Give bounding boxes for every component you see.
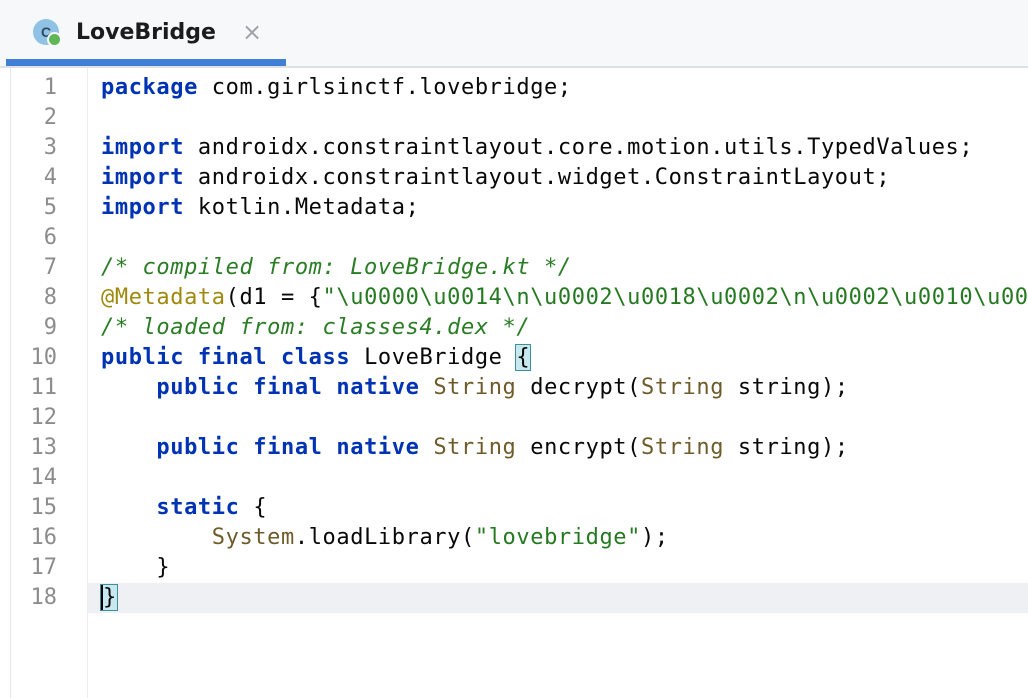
line-number: 6 [43,225,57,250]
tab-lovebridge[interactable]: C LoveBridge × [6,0,286,66]
code-line[interactable]: import androidx.constraintlayout.core.mo… [101,133,1028,163]
code-token: public final native [156,435,420,460]
code-line[interactable]: import androidx.constraintlayout.widget.… [101,163,1028,193]
line-number: 18 [30,585,58,610]
code-token: public final class [101,345,351,370]
code-token: .loadLibrary( [294,525,475,550]
code-token: @Metadata [101,285,226,310]
code-line[interactable] [101,403,1028,433]
active-tab-indicator [6,59,286,66]
line-number: 10 [30,345,58,370]
code-token: com.girlsinctf.lovebridge; [197,75,572,100]
code-line[interactable]: public final class LoveBridge { [101,343,1028,373]
code-token: String [433,375,517,400]
code-token: import [101,195,185,220]
close-icon[interactable]: × [238,18,266,46]
line-number: 15 [30,495,58,520]
line-number: 1 [43,75,57,100]
line-number: 9 [43,315,57,340]
code-line[interactable]: /* loaded from: classes4.dex */ [101,313,1028,343]
ide-window: C LoveBridge × 1 2 3 4 5 6 7 8 9 10 11 12 13 14 15 16 17… [0,0,1028,698]
code-token: public final native [156,375,420,400]
class-status-dot [47,32,62,47]
line-number: 13 [30,435,58,460]
code-token: /* loaded from: classes4.dex */ [101,315,531,340]
code-line[interactable]: } [100,583,1028,613]
code-token: { [239,495,268,520]
code-token: import [101,135,185,160]
line-number: 8 [43,285,57,310]
code-token: string); [724,375,849,400]
code-token: "lovebridge" [474,525,641,550]
code-lines[interactable]: package com.girlsinctf.lovebridge; import… [100,73,1028,613]
code-token: { [515,344,532,371]
code-token: "\u0000\u0014\n\u0002\u0018\u0002\n\u000… [322,285,1028,310]
code-line[interactable]: package com.girlsinctf.lovebridge; [101,73,1028,103]
code-token: /* compiled from: LoveBridge.kt */ [101,255,572,280]
code-token: decrypt( [516,375,641,400]
code-token: androidx.constraintlayout.widget.Constra… [184,165,891,190]
code-token: String [433,435,517,460]
code-line[interactable]: import kotlin.Metadata; [101,193,1028,223]
code-token: System [211,525,295,550]
line-number: 4 [43,165,57,190]
code-line[interactable]: /* compiled from: LoveBridge.kt */ [101,253,1028,283]
code-line[interactable]: } [101,553,1028,583]
code-editor[interactable]: 1 2 3 4 5 6 7 8 9 10 11 12 13 14 15 16 17 18 package com.… [0,68,1028,698]
line-number: 11 [30,375,58,400]
line-number: 7 [43,255,57,280]
code-token: import [101,165,185,190]
line-number: 3 [43,135,57,160]
line-number: 12 [30,405,58,430]
tab-title: LoveBridge [76,20,216,45]
code-token: String [641,435,725,460]
code-token: String [641,375,725,400]
code-token: string); [724,435,849,460]
code-line[interactable]: System.loadLibrary("lovebridge"); [101,523,1028,553]
code-token: ); [641,525,669,550]
line-numbers: 1 2 3 4 5 6 7 8 9 10 11 12 13 14 15 16 17 18 [11,73,58,613]
code-line[interactable]: public final native String decrypt(Strin… [101,373,1028,403]
code-line[interactable]: @Metadata(d1 = {"\u0000\u0014\n\u0002\u0… [101,283,1028,313]
code-token: } [101,555,171,580]
line-number: 16 [30,525,58,550]
code-token: static [156,495,240,520]
code-token: } [100,584,118,611]
line-number: 5 [43,195,57,220]
code-line[interactable]: static { [101,493,1028,523]
code-line[interactable] [101,223,1028,253]
code-token: encrypt( [516,435,641,460]
code-line[interactable] [101,463,1028,493]
line-number: 2 [43,105,57,130]
code-token: package [101,75,198,100]
code-token: kotlin.Metadata; [184,195,420,220]
code-line[interactable] [101,103,1028,133]
line-number: 14 [30,465,58,490]
code-token: androidx.constraintlayout.core.motion.ut… [184,135,974,160]
code-line[interactable]: public final native String encrypt(Strin… [101,433,1028,463]
code-token: (d1 = { [225,285,323,310]
code-token: LoveBridge [350,345,517,370]
java-class-icon: C [33,19,62,47]
editor-tab-bar: C LoveBridge × [0,0,1028,66]
line-number: 17 [30,555,58,580]
editor-left-stripe [0,68,11,698]
